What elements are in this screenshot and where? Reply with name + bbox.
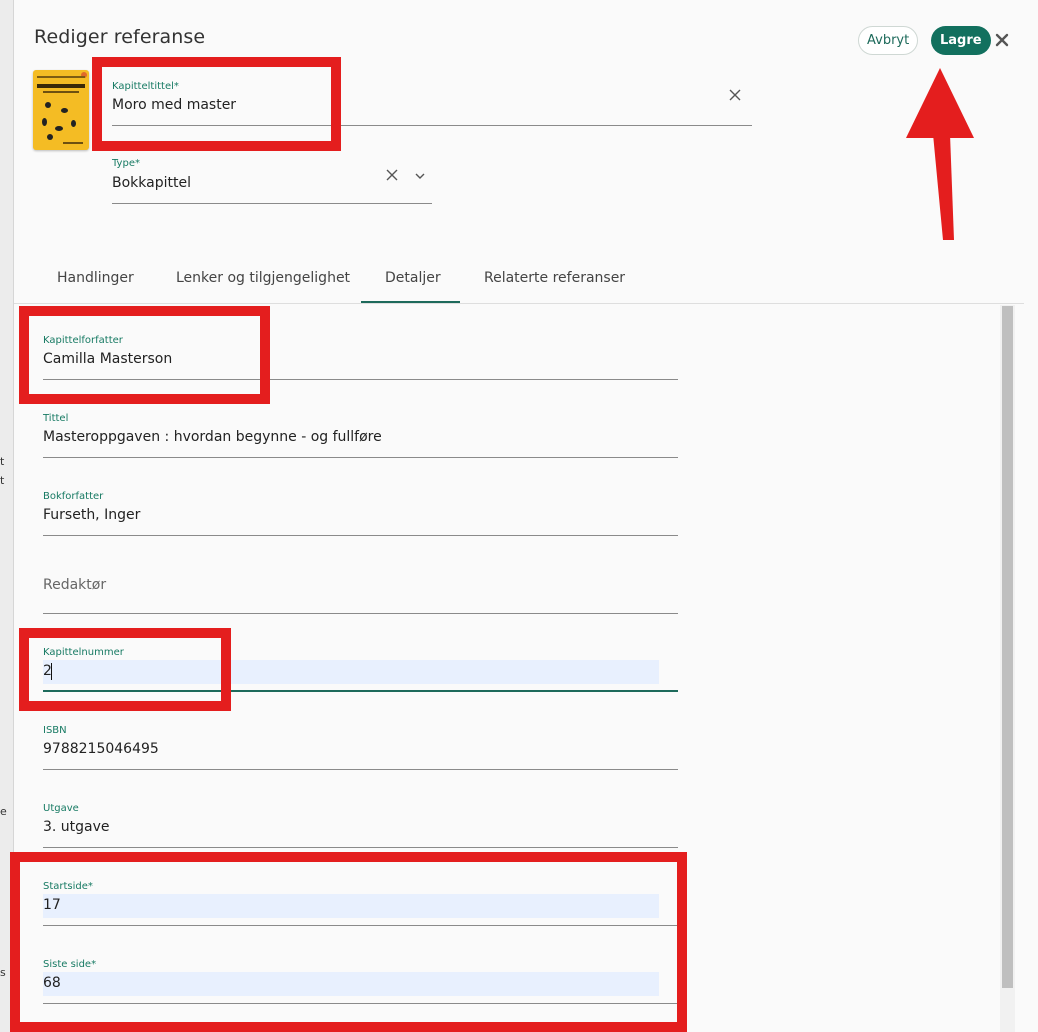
edition-underline: [43, 847, 678, 848]
type-select[interactable]: Bokkapittel: [112, 175, 191, 191]
background-text-fragment: e: [0, 805, 7, 818]
active-tab-indicator: [361, 301, 460, 303]
cancel-button[interactable]: Avbryt: [858, 26, 919, 55]
isbn-underline: [43, 769, 678, 770]
cover-publisher-line: [63, 142, 83, 144]
editor-underline: [43, 613, 678, 614]
type-underline: [112, 203, 432, 204]
tab-lenker-og-tilgjengelighet[interactable]: Lenker og tilgjengelighet: [176, 270, 350, 286]
annotation-arrow-up: [906, 68, 974, 240]
isbn-label: ISBN: [43, 725, 67, 736]
cover-figure: [55, 126, 63, 131]
editor-input[interactable]: Redaktør: [43, 577, 106, 593]
background-text-fragment: t: [0, 455, 5, 468]
clear-type-icon[interactable]: [385, 168, 399, 182]
isbn-input[interactable]: 9788215046495: [43, 741, 159, 757]
cover-figure: [47, 134, 53, 140]
dialog-title: Rediger referanse: [34, 26, 206, 48]
cover-subtitle-line: [43, 91, 79, 93]
edition-label: Utgave: [43, 803, 79, 814]
chevron-down-icon[interactable]: [414, 170, 426, 182]
background-text-fragment: s: [0, 966, 6, 979]
title-label: Tittel: [43, 413, 69, 424]
tab-bar-divider: [14, 303, 1024, 304]
cover-figure: [61, 108, 68, 113]
edition-input[interactable]: 3. utgave: [43, 819, 110, 835]
tab-handlinger[interactable]: Handlinger: [57, 270, 134, 286]
tab-relaterte-referanser[interactable]: Relaterte referanser: [484, 270, 625, 286]
book-author-underline: [43, 535, 678, 536]
book-author-input[interactable]: Furseth, Inger: [43, 507, 140, 523]
cover-figure: [45, 102, 51, 108]
background-text-fragment: t: [0, 474, 5, 487]
title-input[interactable]: Masteroppgaven : hvordan begynne - og fu…: [43, 429, 382, 445]
annotation-box-chapter-title: [92, 57, 341, 151]
annotation-box-chapter-author: [19, 306, 270, 404]
cover-figure: [42, 118, 47, 126]
tab-detaljer[interactable]: Detaljer: [385, 270, 441, 286]
scrollbar-thumb[interactable]: [1002, 306, 1013, 988]
cover-figure: [71, 120, 76, 127]
close-icon[interactable]: [991, 28, 1013, 52]
title-underline: [43, 457, 678, 458]
save-button[interactable]: Lagre: [931, 26, 991, 55]
book-author-label: Bokforfatter: [43, 491, 104, 502]
clear-chapter-title-icon[interactable]: [728, 88, 742, 102]
cover-title-line: [37, 84, 85, 88]
annotation-box-page-range: [10, 852, 687, 1032]
type-label: Type*: [112, 158, 140, 169]
cover-author-line: [37, 76, 85, 78]
book-cover-thumbnail: [33, 70, 89, 150]
annotation-box-chapter-number: [19, 628, 231, 711]
